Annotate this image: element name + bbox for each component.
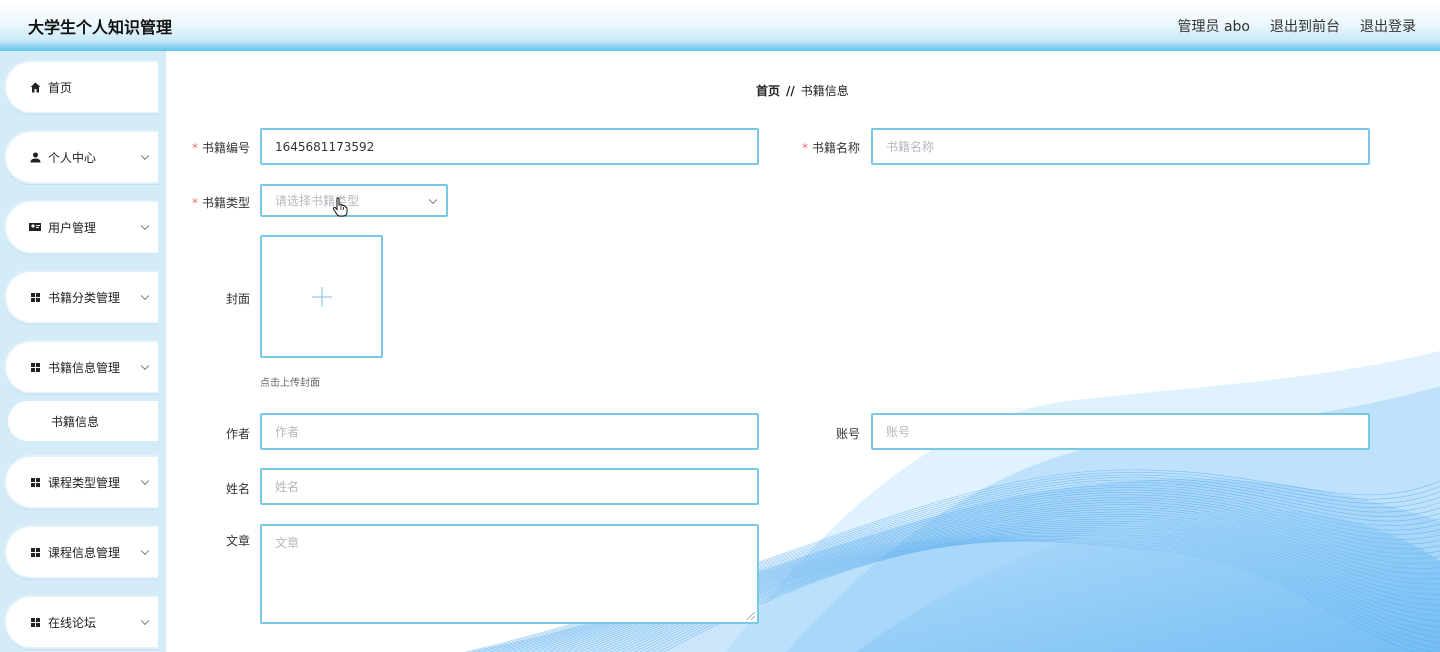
top-header: 大学生个人知识管理 管理员 abo 退出到前台 退出登录 (0, 0, 1440, 51)
sidebar-subitem-book-info[interactable]: 书籍信息 (8, 401, 158, 441)
article-textarea[interactable]: 文章 (260, 524, 759, 624)
grid-icon (28, 362, 42, 372)
name-label: 姓名 (225, 482, 250, 496)
name-input[interactable]: 姓名 (260, 468, 759, 505)
header-actions: 管理员 abo 退出到前台 退出登录 (1178, 16, 1416, 36)
required-mark: * (801, 141, 808, 155)
required-mark: * (191, 141, 198, 155)
grid-icon (28, 547, 42, 557)
sidebar-item-label: 书籍分类管理 (48, 290, 121, 305)
sidebar-item-book-info-management[interactable]: 书籍信息管理 (4, 340, 158, 394)
author-label: 作者 (225, 427, 250, 441)
sidebar-item-user-management[interactable]: 用户管理 (4, 200, 158, 254)
grid-icon (28, 292, 42, 302)
sidebar-item-label: 书籍信息 (51, 414, 100, 429)
cover-label: 封面 (225, 292, 250, 306)
chevron-down-icon (140, 476, 150, 486)
chevron-down-icon (428, 195, 438, 204)
sidebar-item-label: 课程类型管理 (48, 475, 121, 490)
sidebar-item-book-category[interactable]: 书籍分类管理 (4, 270, 158, 324)
chevron-down-icon (140, 546, 150, 556)
book-name-input[interactable]: 书籍名称 (871, 128, 1370, 165)
cover-upload-hint: 点击上传封面 (260, 378, 320, 389)
chevron-down-icon (140, 291, 150, 301)
breadcrumb-home[interactable]: 首页 (756, 84, 780, 98)
chevron-down-icon (140, 361, 150, 371)
app-title: 大学生个人知识管理 (28, 17, 173, 37)
article-label: 文章 (225, 534, 250, 548)
chevron-down-icon (140, 616, 150, 626)
breadcrumb-current: 书籍信息 (800, 84, 849, 98)
sidebar-item-course-info[interactable]: 课程信息管理 (4, 525, 158, 579)
sidebar-item-forum[interactable]: 在线论坛 (4, 595, 158, 649)
book-name-label: * 书籍名称 (801, 141, 860, 155)
sidebar-item-label: 用户管理 (48, 220, 97, 235)
book-no-input[interactable]: 1645681173592 (260, 128, 759, 165)
sidebar-item-label: 首页 (48, 80, 73, 95)
sidebar-item-label: 在线论坛 (48, 615, 97, 630)
sidebar: 首页 个人中心 用户管理 书籍分类管理 书籍信息管理 书籍信息 课程类型管理 课… (0, 51, 166, 652)
book-no-label: * 书籍编号 (191, 141, 250, 155)
sidebar-item-home[interactable]: 首页 (4, 60, 158, 114)
sidebar-item-label: 课程信息管理 (48, 545, 121, 560)
home-icon (28, 82, 42, 93)
grid-icon (28, 477, 42, 487)
sidebar-item-course-type[interactable]: 课程类型管理 (4, 455, 158, 509)
sidebar-item-label: 个人中心 (48, 150, 97, 165)
admin-user-label: 管理员 abo (1177, 18, 1250, 35)
sidebar-item-personal-center[interactable]: 个人中心 (4, 130, 158, 184)
book-type-select[interactable]: 请选择书籍类型 (260, 184, 448, 217)
grid-icon (28, 617, 42, 627)
back-to-front-link[interactable]: 退出到前台 (1270, 16, 1340, 36)
required-mark: * (191, 196, 198, 210)
hand-pointer-icon (332, 197, 348, 217)
account-input[interactable]: 账号 (871, 413, 1370, 450)
cover-upload-box[interactable] (260, 235, 383, 358)
main-content: 首页//书籍信息 * 书籍编号 1645681173592 * 书籍名称 书籍名称 … (166, 51, 1440, 652)
resize-handle-icon[interactable] (747, 612, 755, 620)
logout-link[interactable]: 退出登录 (1360, 16, 1416, 36)
user-icon (28, 152, 42, 163)
chevron-down-icon (140, 221, 150, 231)
chevron-down-icon (140, 151, 150, 161)
account-label: 账号 (835, 427, 860, 441)
breadcrumb-separator: // (786, 84, 795, 98)
sidebar-item-label: 书籍信息管理 (48, 360, 121, 375)
book-type-label: * 书籍类型 (191, 196, 250, 210)
breadcrumb: 首页 // 书籍信息 (756, 82, 849, 99)
users-icon (28, 222, 42, 232)
author-input[interactable]: 作者 (260, 413, 759, 450)
